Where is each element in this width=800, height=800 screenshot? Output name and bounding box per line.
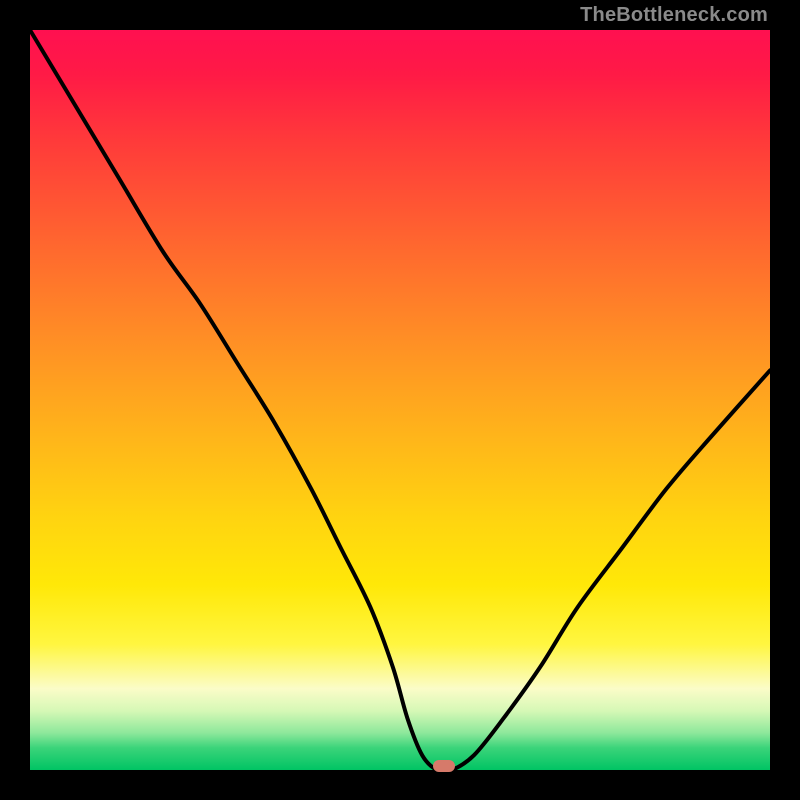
bottleneck-curve <box>30 30 770 770</box>
attribution-text: TheBottleneck.com <box>580 4 768 27</box>
chart-frame: TheBottleneck.com <box>0 0 800 800</box>
plot-area <box>30 30 770 770</box>
optimal-marker <box>433 760 455 772</box>
curve-path <box>30 30 770 772</box>
